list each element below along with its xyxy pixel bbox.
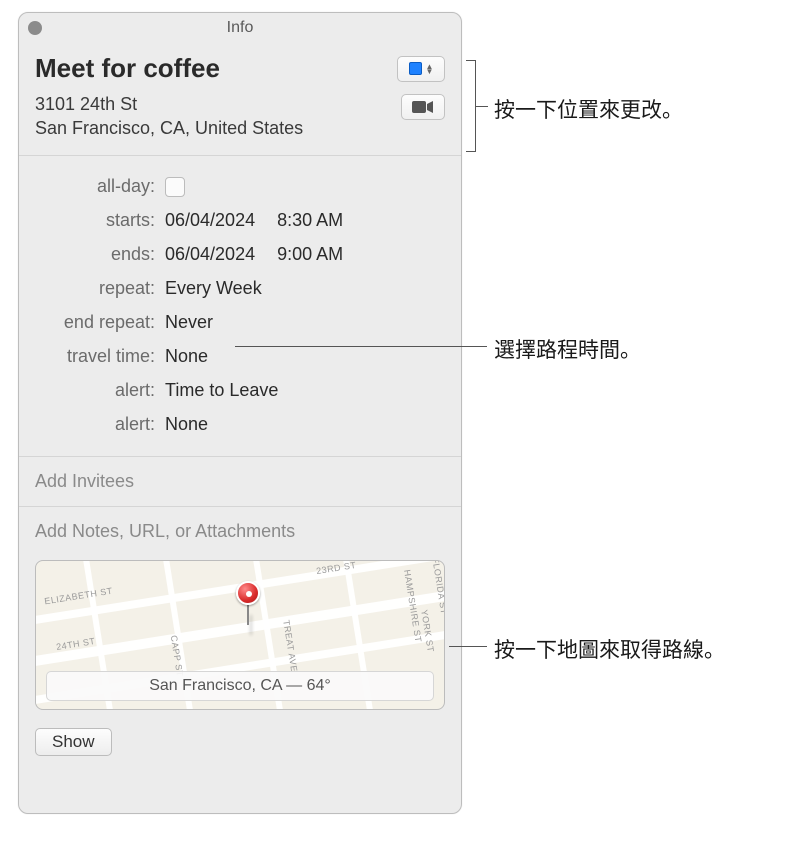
map-footer: San Francisco, CA — 64° [46, 671, 434, 701]
endrepeat-label: end repeat: [35, 312, 165, 333]
allday-label: all-day: [35, 176, 165, 197]
window-titlebar: Info [19, 13, 461, 43]
endrepeat-row: end repeat: Never [35, 306, 445, 340]
event-header: Meet for coffee ▲▼ 3101 24th St San Fran… [19, 43, 461, 156]
traveltime-row: travel time: None [35, 340, 445, 374]
close-icon[interactable] [28, 21, 42, 35]
invitees-placeholder: Add Invitees [35, 471, 134, 491]
callout-line [449, 646, 487, 647]
ends-time[interactable]: 9:00 AM [277, 244, 343, 265]
traveltime-value[interactable]: None [165, 346, 208, 367]
window-title: Info [227, 19, 254, 37]
street-label: ELIZABETH ST [44, 585, 114, 606]
video-camera-icon [412, 100, 434, 114]
repeat-row: repeat: Every Week [35, 272, 445, 306]
event-title[interactable]: Meet for coffee [35, 53, 220, 84]
notes-placeholder: Add Notes, URL, or Attachments [35, 521, 295, 541]
alert2-value[interactable]: None [165, 414, 208, 435]
traveltime-label: travel time: [35, 346, 165, 367]
callout-location: 按一下位置來更改。 [494, 94, 683, 124]
street-label: FLORIDA ST [430, 560, 445, 615]
callout-line [476, 106, 488, 107]
map-footer-text: San Francisco, CA — 64° [149, 677, 331, 695]
starts-date[interactable]: 06/04/2024 [165, 210, 255, 231]
alert2-row: alert: None [35, 408, 445, 442]
map-container: ELIZABETH ST 24TH ST 23RD ST HAMPSHIRE S… [35, 560, 445, 710]
repeat-label: repeat: [35, 278, 165, 299]
alert1-value[interactable]: Time to Leave [165, 380, 278, 401]
show-button[interactable]: Show [35, 728, 112, 756]
callout-traveltime: 選擇路程時間。 [494, 334, 641, 364]
event-fields: all-day: starts: 06/04/2024 8:30 AM ends… [19, 156, 461, 457]
starts-time[interactable]: 8:30 AM [277, 210, 343, 231]
starts-label: starts: [35, 210, 165, 231]
ends-date[interactable]: 06/04/2024 [165, 244, 255, 265]
callout-map: 按一下地圖來取得路線。 [494, 634, 725, 664]
map-thumbnail[interactable]: ELIZABETH ST 24TH ST 23RD ST HAMPSHIRE S… [35, 560, 445, 710]
allday-checkbox[interactable] [165, 177, 185, 197]
alert1-row: alert: Time to Leave [35, 374, 445, 408]
alert1-label: alert: [35, 380, 165, 401]
endrepeat-value[interactable]: Never [165, 312, 213, 333]
event-location[interactable]: 3101 24th St San Francisco, CA, United S… [35, 92, 303, 141]
calendar-picker[interactable]: ▲▼ [397, 56, 445, 82]
map-pin-icon [236, 581, 260, 625]
event-info-panel: Info Meet for coffee ▲▼ 3101 24th St San… [18, 12, 462, 814]
ends-label: ends: [35, 244, 165, 265]
ends-row: ends: 06/04/2024 9:00 AM [35, 238, 445, 272]
alert2-label: alert: [35, 414, 165, 435]
notes-section[interactable]: Add Notes, URL, or Attachments [19, 507, 461, 550]
starts-row: starts: 06/04/2024 8:30 AM [35, 204, 445, 238]
show-row: Show [19, 710, 461, 774]
repeat-value[interactable]: Every Week [165, 278, 262, 299]
location-line1: 3101 24th St [35, 92, 303, 116]
add-video-call-button[interactable] [401, 94, 445, 120]
calendar-color-swatch [409, 62, 422, 75]
location-line2: San Francisco, CA, United States [35, 116, 303, 140]
allday-row: all-day: [35, 170, 445, 204]
street-label: YORK ST [419, 609, 436, 653]
chevron-updown-icon: ▲▼ [426, 64, 434, 74]
callout-bracket [466, 60, 476, 152]
invitees-section[interactable]: Add Invitees [19, 457, 461, 507]
callout-line [235, 346, 487, 347]
